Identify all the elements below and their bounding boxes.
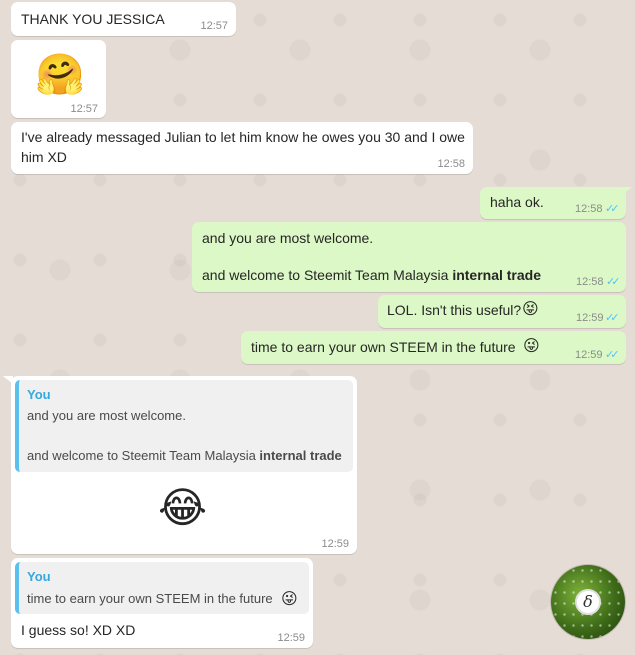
read-ticks-icon: ✓✓ <box>605 312 620 324</box>
winking-tongue-emoji: 😜 <box>523 336 540 355</box>
chat-background: THANK YOU JESSICA 12:57 🤗 12:57 I've alr… <box>0 0 635 655</box>
quoted-text-bold: internal trade <box>259 448 342 463</box>
bubble-tail <box>622 187 632 195</box>
message-text: time to earn your own STEEM in the futur… <box>251 339 516 355</box>
message-text-bold: internal trade <box>452 267 542 283</box>
message-text-line: and welcome to Steemit Team Malaysia int… <box>202 265 541 285</box>
message-text-line: him XD <box>21 149 67 165</box>
quoted-author: You <box>27 387 51 402</box>
avatar[interactable]: δ <box>551 565 625 639</box>
quoted-author: You <box>27 569 51 584</box>
message-time: 12:58 <box>437 158 465 170</box>
quoted-message[interactable]: You and you are most welcome. and welcom… <box>15 380 353 472</box>
message-time: 12:59 <box>277 632 305 644</box>
message-text-line: I've already messaged Julian to let him … <box>21 129 465 145</box>
message-text: haha ok. <box>490 194 544 210</box>
message-time: 12:59 <box>321 538 349 550</box>
incoming-reply-message[interactable]: You time to earn your own STEEM in the f… <box>11 558 313 648</box>
incoming-message[interactable]: I've already messaged Julian to let him … <box>11 122 473 174</box>
incoming-message[interactable]: 🤗 12:57 <box>11 40 106 118</box>
avatar-logo-badge: δ <box>575 589 601 615</box>
read-ticks-icon: ✓✓ <box>605 349 620 361</box>
read-ticks-icon: ✓✓ <box>606 276 621 288</box>
read-ticks-icon: ✓✓ <box>605 203 620 215</box>
outgoing-message[interactable]: haha ok. 12:58 ✓✓ <box>480 187 626 219</box>
quoted-message[interactable]: You time to earn your own STEEM in the f… <box>15 562 309 614</box>
tears-of-joy-emoji: 😂 <box>158 483 208 532</box>
quoted-text-plain: and welcome to Steemit Team Malaysia <box>27 448 260 463</box>
message-text-plain: and welcome to Steemit Team Malaysia <box>202 267 453 283</box>
message-text: THANK YOU JESSICA <box>21 11 165 27</box>
tongue-out-emoji: 😝 <box>522 299 539 318</box>
message-time: 12:57 <box>200 20 228 32</box>
quoted-text: time to earn your own STEEM in the futur… <box>27 591 273 606</box>
outgoing-message[interactable]: LOL. Isn't this useful? 😝 12:59 ✓✓ <box>378 295 626 328</box>
outgoing-message[interactable]: and you are most welcome. and welcome to… <box>192 222 626 292</box>
message-time: 12:59 <box>575 349 603 361</box>
winking-tongue-emoji: 😜 <box>281 589 298 608</box>
message-text: I guess so! XD XD <box>21 622 136 638</box>
message-text: LOL. Isn't this useful? <box>387 302 522 318</box>
quoted-text-line: and welcome to Steemit Team Malaysia int… <box>27 448 342 463</box>
incoming-message[interactable]: THANK YOU JESSICA 12:57 <box>11 2 236 36</box>
message-time: 12:57 <box>70 103 98 115</box>
outgoing-message[interactable]: time to earn your own STEEM in the futur… <box>241 331 626 364</box>
message-time: 12:58 <box>576 276 604 288</box>
hugging-face-emoji: 🤗 <box>35 52 85 98</box>
message-text-line: and you are most welcome. <box>202 230 374 246</box>
message-time: 12:59 <box>576 312 604 324</box>
avatar-glyph: δ <box>583 592 593 611</box>
message-time: 12:58 <box>575 203 603 215</box>
quoted-text-line: and you are most welcome. <box>27 408 186 423</box>
incoming-reply-message[interactable]: You and you are most welcome. and welcom… <box>11 376 357 554</box>
